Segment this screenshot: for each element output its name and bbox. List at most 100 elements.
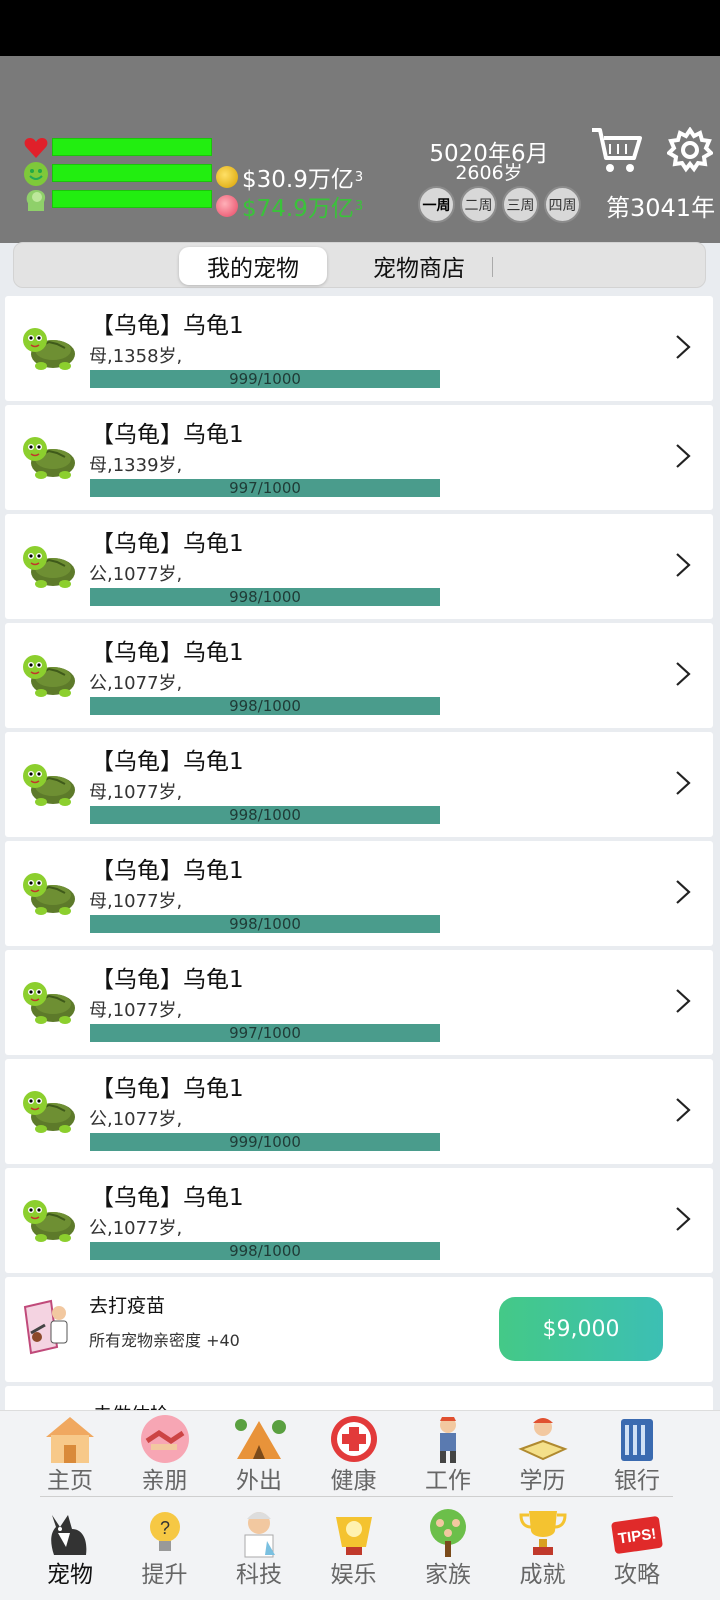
week-button-2[interactable]: 二周 (460, 186, 497, 223)
chevron-right-icon[interactable] (671, 1204, 695, 1234)
week-button-3[interactable]: 三周 (502, 186, 539, 223)
vaccine-price-button[interactable]: $9,000 (499, 1297, 663, 1361)
cart-icon[interactable] (590, 126, 642, 176)
nav-label: 成就 (519, 1562, 566, 1588)
pet-info: 母,1077岁, (89, 782, 183, 803)
nav-item-bank[interactable]: 银行 (597, 1411, 677, 1501)
nav-item-tips[interactable]: TIPS! 攻略 (597, 1505, 677, 1595)
nav-label: 银行 (614, 1468, 660, 1494)
tab-my-pets[interactable]: 我的宠物 (179, 247, 327, 285)
chevron-right-icon[interactable] (671, 768, 695, 798)
stat-row-health (22, 136, 50, 160)
turtle-icon (19, 974, 79, 1028)
pet-info: 公,1077岁, (89, 673, 183, 694)
pet-progress-bar: 998/1000 (90, 697, 440, 715)
week-button-1[interactable]: 一周 (418, 186, 455, 223)
nav-label: 宠物 (47, 1562, 93, 1588)
pet-progress-bar: 999/1000 (90, 1133, 440, 1151)
gold-coin-icon (216, 166, 238, 188)
bulb-icon: ? (137, 1507, 193, 1559)
nav-item-dog[interactable]: 宠物 (30, 1505, 110, 1595)
money-pink-value: $74.9万亿 (242, 196, 354, 222)
pet-card[interactable]: 【乌龟】乌龟1 母,1077岁, 998/1000 (5, 841, 713, 946)
handshake-icon (137, 1413, 193, 1465)
pet-title: 【乌龟】乌龟1 (91, 967, 244, 993)
nav-item-cup[interactable]: 娱乐 (314, 1505, 394, 1595)
pet-card[interactable]: 【乌龟】乌龟1 公,1077岁, 999/1000 (5, 1059, 713, 1164)
turtle-icon (19, 647, 79, 701)
pet-info: 公,1077岁, (89, 564, 183, 585)
nav-label: 健康 (330, 1468, 377, 1494)
nav-item-family-tree[interactable]: 家族 (408, 1505, 488, 1595)
nav-item-health-cross[interactable]: 健康 (314, 1411, 394, 1501)
nav-label: 外出 (236, 1468, 282, 1494)
chevron-right-icon[interactable] (671, 877, 695, 907)
chevron-right-icon[interactable] (671, 550, 695, 580)
pet-progress-bar: 998/1000 (90, 588, 440, 606)
nav-item-study[interactable]: 学历 (503, 1411, 583, 1501)
pet-title: 【乌龟】乌龟1 (91, 749, 244, 775)
pet-card[interactable]: 【乌龟】乌龟1 母,1358岁, 999/1000 (5, 296, 713, 401)
pet-card[interactable]: 【乌龟】乌龟1 母,1077岁, 998/1000 (5, 732, 713, 837)
gear-icon[interactable] (665, 126, 715, 173)
pet-progress-bar: 998/1000 (90, 915, 440, 933)
nav-label: 学历 (519, 1468, 566, 1494)
bank-icon (609, 1413, 665, 1465)
pet-card[interactable]: 【乌龟】乌龟1 公,1077岁, 998/1000 (5, 623, 713, 728)
nav-item-camping[interactable]: 外出 (219, 1411, 299, 1501)
pet-card[interactable]: 【乌龟】乌龟1 母,1077岁, 997/1000 (5, 950, 713, 1055)
chevron-right-icon[interactable] (671, 332, 695, 362)
pet-list: 【乌龟】乌龟1 母,1358岁, 999/1000 【乌龟】乌龟1 母,1339岁, 99… (5, 296, 713, 1426)
nav-item-worker[interactable]: 工作 (408, 1411, 488, 1501)
vaccine-card: 去打疫苗 所有宠物亲密度 +40 $9,000 (5, 1277, 713, 1382)
pet-info: 母,1077岁, (89, 891, 183, 912)
segment-tabs: 我的宠物 宠物商店 (13, 242, 706, 288)
pet-card[interactable]: 【乌龟】乌龟1 公,1077岁, 998/1000 (5, 514, 713, 619)
health-bar (52, 138, 212, 156)
pet-progress-bar: 997/1000 (90, 1024, 440, 1042)
turtle-icon (19, 429, 79, 483)
pet-title: 【乌龟】乌龟1 (91, 422, 244, 448)
nav-divider (40, 1496, 673, 1497)
money-gold-exponent: 3 (354, 169, 364, 185)
happy-face-icon (22, 161, 50, 187)
nav-row-top: 主页 亲朋 外出 健康 工作 学历 银行 (0, 1411, 720, 1501)
chevron-right-icon[interactable] (671, 986, 695, 1016)
nav-label: 主页 (47, 1468, 93, 1494)
cup-icon (326, 1507, 382, 1559)
nav-item-handshake[interactable]: 亲朋 (125, 1411, 205, 1501)
turtle-icon (19, 1083, 79, 1137)
turtle-icon (19, 1192, 79, 1246)
smarts-bar (52, 190, 212, 208)
pet-card[interactable]: 【乌龟】乌龟1 母,1339岁, 997/1000 (5, 405, 713, 510)
nav-label: 亲朋 (141, 1468, 188, 1494)
tab-pet-shop[interactable]: 宠物商店 (354, 247, 484, 285)
year-label: 第3041年 (606, 194, 716, 222)
vaccine-icon (21, 1299, 71, 1355)
stat-row-smarts (22, 188, 50, 212)
camping-icon (231, 1413, 287, 1465)
nav-label: 娱乐 (330, 1562, 377, 1588)
turtle-icon (19, 320, 79, 374)
pet-progress-bar: 997/1000 (90, 479, 440, 497)
nav-label: 攻略 (614, 1562, 660, 1588)
week-button-4[interactable]: 四周 (544, 186, 581, 223)
chevron-right-icon[interactable] (671, 1095, 695, 1125)
vaccine-desc: 所有宠物亲密度 +40 (89, 1331, 240, 1350)
nav-item-trophy[interactable]: 成就 (503, 1505, 583, 1595)
nav-item-bulb[interactable]: ? 提升 (125, 1505, 205, 1595)
nav-item-scientist[interactable]: 科技 (219, 1505, 299, 1595)
nav-label: 科技 (236, 1562, 282, 1588)
pet-title: 【乌龟】乌龟1 (91, 313, 244, 339)
chevron-right-icon[interactable] (671, 659, 695, 689)
pet-title: 【乌龟】乌龟1 (91, 858, 244, 884)
chevron-right-icon[interactable] (671, 441, 695, 471)
pet-card[interactable]: 【乌龟】乌龟1 公,1077岁, 998/1000 (5, 1168, 713, 1273)
nav-item-home[interactable]: 主页 (30, 1411, 110, 1501)
money-pink-exponent: 3 (354, 198, 364, 214)
turtle-icon (19, 756, 79, 810)
svg-text:?: ? (159, 1518, 169, 1538)
study-icon (515, 1413, 571, 1465)
pet-title: 【乌龟】乌龟1 (91, 1076, 244, 1102)
scientist-icon (231, 1507, 287, 1559)
